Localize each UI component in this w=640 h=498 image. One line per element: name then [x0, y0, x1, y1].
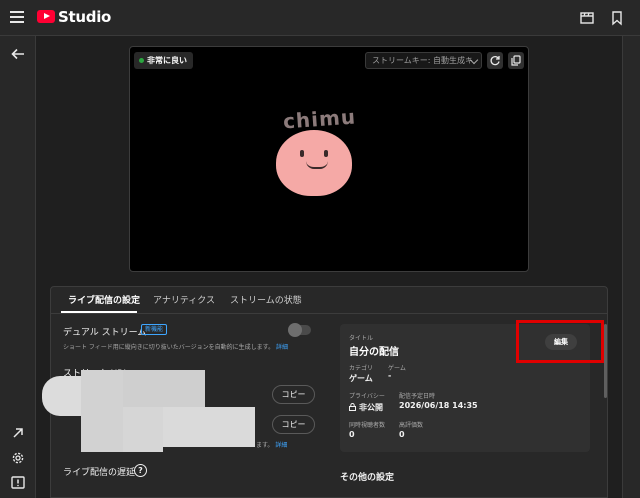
likes-value: 0 — [399, 430, 405, 439]
copy-icon — [511, 55, 521, 66]
tab-live-settings[interactable]: ライブ配信の設定 — [68, 293, 140, 306]
stream-quality-text: 非常に良い — [147, 56, 187, 65]
other-settings-heading: その他の設定 — [340, 473, 395, 483]
refresh-key-button[interactable] — [487, 52, 503, 69]
menu-icon[interactable] — [10, 11, 24, 23]
copy-key-text-button[interactable]: コピー — [272, 415, 315, 434]
brand-name[interactable]: Studio — [58, 8, 111, 26]
feedback-icon[interactable] — [9, 474, 27, 492]
redacted-area — [123, 370, 205, 407]
game-value: - — [388, 371, 392, 380]
dual-stream-description: ショート フィード用に縦向きに切り抜いたバージョンを自動的に生成します。 — [63, 344, 275, 351]
tabs-divider — [50, 313, 608, 314]
stream-key-select-text: ストリームキー: 自動生成キ — [372, 56, 473, 65]
category-value: ゲーム — [349, 374, 373, 383]
help-icon[interactable]: ? — [134, 464, 147, 477]
copy-url-button[interactable]: コピー — [272, 385, 315, 404]
tab-analytics[interactable]: アナリティクス — [153, 293, 215, 306]
chimu-logo-text: chimu — [282, 104, 357, 134]
privacy-value: 非公開 — [359, 403, 383, 412]
eye-left — [300, 150, 304, 157]
left-rail — [0, 36, 36, 498]
bookmark-flag-icon[interactable] — [609, 10, 625, 26]
clapperboard-icon[interactable] — [579, 10, 595, 26]
tab-stream-health[interactable]: ストリームの状態 — [230, 293, 302, 306]
stream-key-select[interactable]: ストリームキー: 自動生成キ — [365, 52, 482, 69]
title-label: タイトル — [349, 335, 374, 342]
dual-stream-label: デュアル ストリーム — [63, 328, 147, 338]
back-arrow-icon[interactable] — [9, 45, 27, 63]
top-bar: Studio — [0, 0, 640, 36]
status-dot-icon — [139, 58, 144, 63]
eye-right — [324, 150, 328, 157]
right-panel-edge — [622, 36, 640, 498]
redacted-area — [42, 376, 86, 416]
gear-icon[interactable] — [9, 449, 27, 467]
refresh-icon — [490, 56, 500, 66]
privacy-label: プライバシー — [349, 393, 385, 400]
panel-scrollbar[interactable] — [604, 324, 607, 398]
dual-stream-toggle[interactable] — [288, 323, 311, 337]
edit-button-highlight — [516, 320, 604, 363]
lock-icon — [349, 403, 356, 411]
new-feature-badge: 新機能 — [141, 324, 168, 335]
stream-latency-label: ライブ配信の遅延 — [63, 468, 136, 478]
concurrent-viewers-label: 同時視聴者数 — [349, 422, 386, 429]
stream-quality-badge: 非常に良い — [134, 52, 193, 69]
concurrent-viewers-value: 0 — [349, 430, 355, 439]
chimu-face-image — [276, 130, 352, 196]
scheduled-time-value: 2026/06/18 14:35 — [399, 401, 478, 410]
stream-key-description-tail: ます。 — [256, 442, 274, 449]
scheduled-time-label: 配信予定日時 — [399, 393, 436, 400]
copy-key-button[interactable] — [508, 52, 524, 69]
category-label: カテゴリ — [349, 365, 374, 372]
stream-title-value: 自分の配信 — [349, 347, 399, 358]
dual-stream-details-link[interactable]: 詳細 — [276, 344, 288, 351]
smile-mouth — [306, 161, 328, 169]
redacted-area — [123, 407, 163, 452]
redacted-area — [81, 370, 123, 452]
likes-label: 高評価数 — [399, 422, 424, 429]
stream-key-details-link[interactable]: 詳細 — [275, 442, 287, 449]
open-external-arrow-icon[interactable] — [9, 424, 27, 442]
redacted-area — [163, 407, 255, 447]
youtube-logo-icon[interactable] — [37, 10, 55, 23]
